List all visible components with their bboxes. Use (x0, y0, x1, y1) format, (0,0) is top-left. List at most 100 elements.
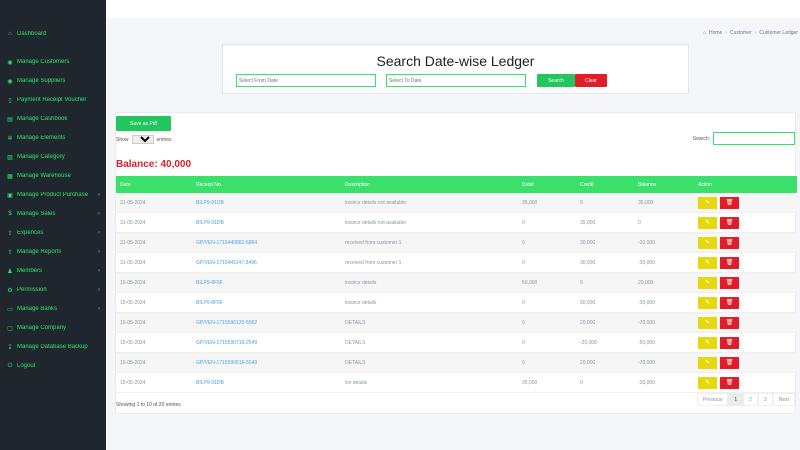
edit-button[interactable]: ✎ (698, 236, 717, 249)
edit-button[interactable]: ✎ (698, 356, 717, 369)
clear-button[interactable]: Clear (575, 74, 607, 87)
edit-button[interactable]: ✎ (698, 256, 717, 269)
edit-button[interactable]: ✎ (698, 296, 717, 309)
sidebar-item[interactable]: ⇪ Expences ‹ (6, 226, 100, 240)
sidebar-item[interactable]: ⇪ Manage Reports ‹ (6, 245, 100, 259)
sidebar-item[interactable]: ⌂ Dashboard (6, 27, 100, 41)
sidebar-item[interactable]: $ Manage Sales ‹ (6, 207, 100, 221)
cell-actions: ✎ 🗑 (698, 216, 797, 229)
sidebar-item[interactable]: ⏻ Logout (6, 359, 100, 373)
sidebar-item-label: Permission (17, 287, 47, 293)
cell-actions: ✎ 🗑 (698, 356, 797, 369)
chevron-left-icon: ‹ (98, 249, 100, 255)
edit-button[interactable]: ✎ (698, 316, 717, 329)
cell-debit: 35,000 (522, 379, 538, 386)
cell-receipt-link[interactable]: GP/VEN-1716441147-3496 (196, 260, 345, 266)
sidebar-item[interactable]: ▭ Manage Banks ‹ (6, 302, 100, 316)
to-date-input[interactable] (386, 74, 526, 87)
sidebar-item[interactable]: ↧ Manage Database Backup (6, 340, 100, 354)
delete-button[interactable]: 🗑 (720, 216, 739, 229)
page-button[interactable]: Next (772, 393, 795, 406)
cell-debit: 0 (522, 299, 525, 306)
sidebar-item[interactable]: ▢ Manage Company (6, 321, 100, 335)
edit-button[interactable]: ✎ (698, 196, 717, 209)
search-button[interactable]: Search (537, 74, 575, 87)
delete-button[interactable]: 🗑 (720, 236, 739, 249)
sidebar-item[interactable]: ✲ Manage Elements (6, 131, 100, 145)
save-pdf-button[interactable]: Save as Pdf (116, 116, 171, 131)
table-row: 15-05-2024 GP/VEN-1715590716-2549 DETAIL… (116, 333, 797, 353)
cell-description: invoice details (345, 299, 377, 306)
sidebar-item[interactable]: ▦ Manage Warehouse (6, 169, 100, 183)
breadcrumb-home[interactable]: Home (709, 30, 722, 36)
sidebar-item[interactable]: ♟ Members ‹ (6, 264, 100, 278)
breadcrumb-customer[interactable]: Customer (730, 30, 752, 36)
sidebar-item-label: Manage Elements (17, 135, 66, 141)
table-row: 15-05-2024 GP/VEN-1715590616-5649 DETAIL… (116, 353, 797, 373)
edit-button[interactable]: ✎ (698, 336, 717, 349)
column-header[interactable]: Debit (522, 182, 580, 188)
cell-description: DETAILS (345, 319, 366, 326)
cell-receipt-link[interactable]: BILP9-91DB (196, 380, 345, 386)
cell-receipt-link[interactable]: GP/VEN-1715590716-2549 (196, 340, 345, 346)
edit-button[interactable]: ✎ (698, 276, 717, 289)
sidebar-item-label: Manage Product Purchase (17, 192, 89, 198)
delete-button[interactable]: 🗑 (720, 376, 739, 389)
table-row: 15-05-2024 BILP9-91DB inv details 35,000… (116, 373, 797, 393)
cell-receipt-link[interactable]: GP/VEN-1716440882-6864 (196, 240, 345, 246)
column-header[interactable]: Receipt No. (196, 182, 345, 188)
cell-description: received from customer 1 (345, 259, 402, 266)
delete-button[interactable]: 🗑 (720, 356, 739, 369)
cell-receipt-link[interactable]: BILP9-91DB (196, 220, 345, 226)
column-header[interactable]: Credit (580, 182, 638, 188)
balance-text: Balance: 40,000 (116, 159, 192, 170)
column-header[interactable]: Balance (638, 182, 698, 188)
delete-button[interactable]: 🗑 (720, 196, 739, 209)
edit-button[interactable]: ✎ (698, 216, 717, 229)
cell-receipt-link[interactable]: BILP9-8F5F (196, 280, 345, 286)
pencil-icon: ✎ (704, 280, 711, 286)
column-header[interactable]: Date (116, 182, 196, 188)
table-row: 31-05-2024 BILP9-91DB invoice details no… (116, 193, 797, 213)
chevron-left-icon: ‹ (98, 268, 100, 274)
column-header[interactable]: Description (345, 182, 522, 188)
delete-button[interactable]: 🗑 (720, 276, 739, 289)
page-button[interactable]: 3 (757, 393, 773, 406)
trash-icon: 🗑 (725, 380, 734, 386)
page-button[interactable]: 2 (743, 393, 758, 406)
sidebar-item[interactable]: ▯ Payment Receipt Voucher (6, 93, 100, 107)
chevron-left-icon: ‹ (98, 287, 100, 293)
table-search-input[interactable] (713, 132, 795, 145)
sidebar-item[interactable]: ▥ Manage Category (6, 150, 100, 164)
chevron-left-icon: ‹ (98, 230, 100, 236)
entries-select[interactable]: 10 (131, 135, 154, 144)
sidebar-item-label: Manage Reports (17, 249, 62, 255)
home-icon: ⌂ (702, 30, 706, 36)
delete-button[interactable]: 🗑 (720, 336, 739, 349)
table-header: Date Receipt No. Description Debit Credi… (116, 176, 797, 193)
sidebar-item-label: Manage Customers (17, 59, 70, 65)
cell-receipt-link[interactable]: GP/VEN-1715590616-5649 (196, 360, 345, 366)
sidebar-item[interactable]: ◉ Manage Customers (6, 55, 100, 69)
sidebar-item[interactable]: ⚙ Permission ‹ (6, 283, 100, 297)
from-date-input[interactable] (236, 74, 376, 87)
cell-receipt-link[interactable]: BILP9-8F5F (196, 300, 345, 306)
sidebar-item[interactable]: ◉ Manage Suppliers (6, 74, 100, 88)
sidebar-item[interactable]: ▣ Manage Product Purchase ‹ (6, 188, 100, 202)
delete-button[interactable]: 🗑 (720, 256, 739, 269)
cell-receipt-link[interactable]: GP/VEN-1715596125-5562 (196, 320, 345, 326)
edit-button[interactable]: ✎ (698, 376, 717, 389)
page-button[interactable]: 1 (728, 393, 744, 406)
cell-receipt-link[interactable]: BILP9-91DB (196, 200, 345, 206)
sidebar-icon: ▯ (8, 97, 12, 104)
sidebar-item[interactable]: ▤ Manage Cashbook (6, 112, 100, 126)
delete-button[interactable]: 🗑 (720, 316, 739, 329)
cell-credit: 30,000 (580, 239, 596, 246)
cell-balance: -30,000 (638, 259, 655, 266)
sidebar-item-label: Manage Warehouse (17, 173, 71, 179)
table-row: 31-05-2024 GP/VEN-1716441147-3496 receiv… (116, 253, 797, 273)
trash-icon: 🗑 (725, 200, 734, 206)
pencil-icon: ✎ (704, 240, 711, 246)
page-button[interactable]: Previous (696, 393, 729, 406)
delete-button[interactable]: 🗑 (720, 296, 739, 309)
